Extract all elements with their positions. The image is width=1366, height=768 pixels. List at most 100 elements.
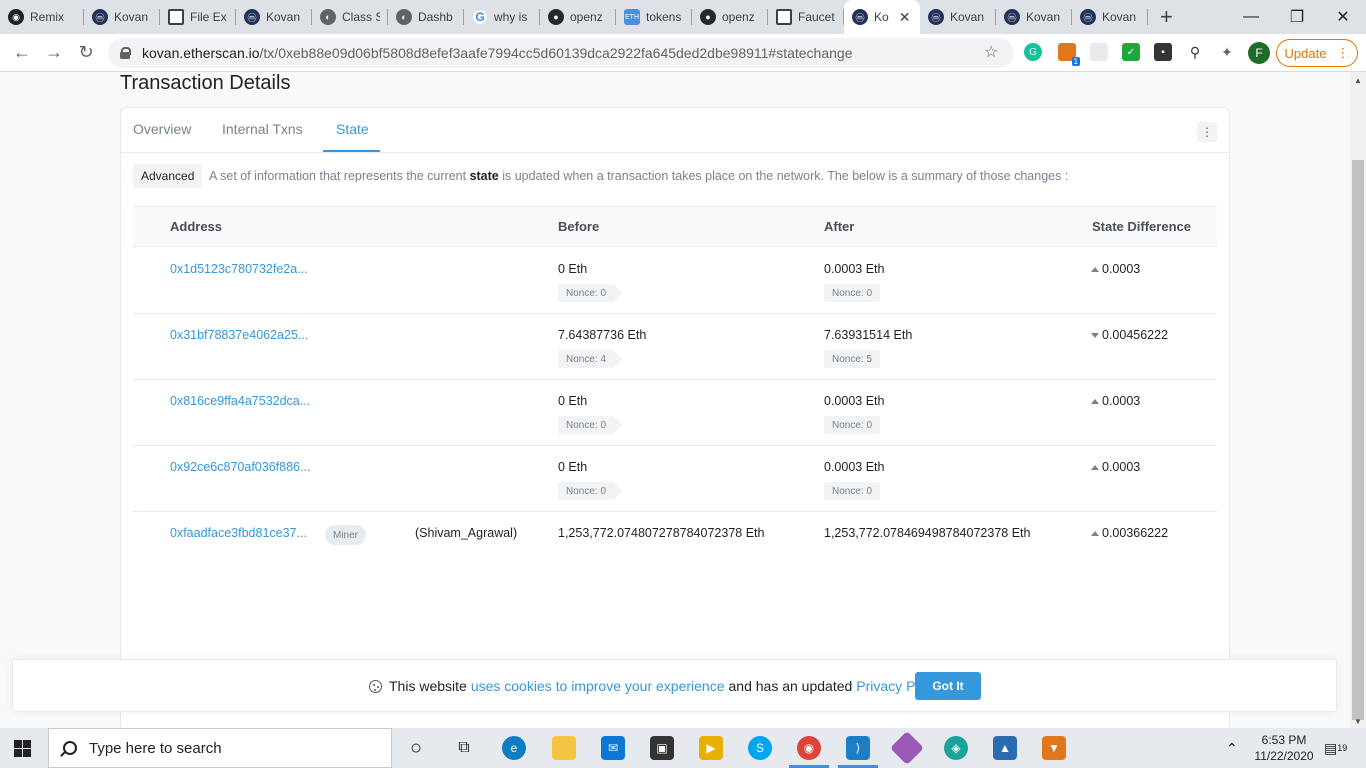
- lock-icon: [120, 47, 131, 59]
- notification-icon[interactable]: ▤ 19: [1324, 728, 1347, 768]
- bookmark-star-icon[interactable]: ☆: [984, 42, 998, 62]
- browser-tab-active[interactable]: ⓜ Ko ✕: [844, 0, 920, 34]
- etherscan-icon: ⓜ: [92, 9, 108, 25]
- grammarly-icon[interactable]: G: [1024, 43, 1042, 61]
- new-tab-plus-icon[interactable]: +: [1148, 4, 1185, 30]
- vscode-icon[interactable]: ⟩: [846, 736, 870, 760]
- more-options-icon[interactable]: ⋮: [1197, 122, 1217, 142]
- globe-icon: ◐: [320, 9, 336, 25]
- google-icon: G: [472, 9, 488, 25]
- mail-icon[interactable]: ✉: [601, 736, 625, 760]
- table-row: 0x31bf78837e4062a25... 7.64387736 Eth No…: [133, 314, 1217, 380]
- tab-internal-txns[interactable]: Internal Txns: [222, 121, 303, 137]
- system-clock[interactable]: 6:53 PM 11/22/2020: [1252, 732, 1316, 764]
- column-header: State Difference: [1092, 219, 1191, 234]
- tab-overview[interactable]: Overview: [133, 121, 191, 137]
- address-link[interactable]: 0x816ce9ffa4a7532dca...: [170, 394, 310, 408]
- media-player-icon[interactable]: ▶: [699, 736, 723, 760]
- browser-tab[interactable]: ⓜ Kovan: [84, 0, 160, 34]
- skype-icon[interactable]: S: [748, 736, 772, 760]
- store-icon[interactable]: ▣: [650, 736, 674, 760]
- app-icon[interactable]: ◈: [944, 736, 968, 760]
- browser-tab[interactable]: ◐ Dashb: [388, 0, 464, 34]
- address-link[interactable]: 0x92ce6c870af036f886...: [170, 460, 310, 474]
- scrollbar-thumb[interactable]: [1352, 160, 1364, 720]
- browser-tab[interactable]: ⓜ Kovan: [920, 0, 996, 34]
- browser-tab[interactable]: G why is: [464, 0, 540, 34]
- edge-icon[interactable]: e: [502, 736, 526, 760]
- file-icon: [168, 9, 184, 25]
- forward-arrow-icon[interactable]: →: [38, 37, 70, 69]
- extension-icon[interactable]: [1090, 43, 1108, 61]
- browser-tab[interactable]: Faucet: [768, 0, 844, 34]
- update-button[interactable]: Update ⋮: [1276, 39, 1358, 67]
- restore-icon[interactable]: ❐: [1274, 0, 1320, 34]
- github-icon: ●: [548, 9, 564, 25]
- column-header: After: [824, 219, 855, 234]
- reload-icon[interactable]: ↻: [70, 37, 102, 69]
- cookie-policy-link[interactable]: uses cookies to improve your experience: [471, 678, 725, 694]
- browser-tab[interactable]: ● openz: [692, 0, 768, 34]
- before-balance: 0 Eth: [558, 394, 588, 408]
- metamask-icon[interactable]: 1: [1058, 43, 1080, 66]
- git-icon[interactable]: [890, 731, 924, 765]
- before-balance: 1,253,772.074807278784072378 Eth: [558, 526, 765, 540]
- taskbar-search-box[interactable]: Type here to search: [48, 728, 392, 768]
- extension-icon[interactable]: ▪: [1154, 43, 1172, 61]
- scroll-up-icon[interactable]: ▲: [1354, 76, 1362, 85]
- before-nonce: Nonce: 4: [558, 350, 623, 368]
- browser-tab[interactable]: ⓜ Kovan: [996, 0, 1072, 34]
- chrome-icon[interactable]: ◉: [797, 736, 821, 760]
- caret-down-icon: [1091, 332, 1099, 338]
- task-view-icon[interactable]: ⧉: [452, 736, 476, 760]
- page-title: Transaction Details: [120, 72, 291, 94]
- file-explorer-icon[interactable]: [552, 736, 576, 760]
- metamask-taskbar-icon[interactable]: ▼: [1042, 736, 1066, 760]
- browser-tab[interactable]: ● openz: [540, 0, 616, 34]
- metamask-badge: 1: [1071, 57, 1080, 66]
- etherscan-icon: ⓜ: [928, 9, 944, 25]
- page-scrollbar[interactable]: ▲ ▼: [1350, 72, 1366, 728]
- windows-start-icon[interactable]: [14, 740, 31, 757]
- puzzle-extensions-icon[interactable]: ✦: [1218, 43, 1236, 61]
- browser-tab[interactable]: ETH tokens: [616, 0, 692, 34]
- state-difference: 0.00456222: [1091, 328, 1168, 342]
- cortana-icon[interactable]: ○: [404, 736, 428, 760]
- etherscan-icon: ⓜ: [244, 9, 260, 25]
- table-row: 0x92ce6c870af036f886... 0 Eth Nonce: 0 0…: [133, 446, 1217, 512]
- photos-icon[interactable]: ▲: [993, 736, 1017, 760]
- address-link[interactable]: 0x1d5123c780732fe2a...: [170, 262, 308, 276]
- checkmark-extension-icon[interactable]: ✓: [1122, 43, 1140, 61]
- window-close-icon[interactable]: ✕: [1320, 0, 1366, 34]
- scroll-down-icon[interactable]: ▼: [1354, 717, 1362, 726]
- before-balance: 0 Eth: [558, 262, 588, 276]
- table-row-miner: 0xfaadface3fbd81ce37... Miner (Shivam_Ag…: [133, 512, 1217, 578]
- cookie-icon: [369, 679, 382, 693]
- address-bar[interactable]: kovan.etherscan.io/tx/0xeb88e09d06bf5808…: [108, 38, 1014, 68]
- after-nonce: Nonce: 0: [824, 284, 881, 302]
- cookie-banner: This website uses cookies to improve you…: [12, 659, 1337, 712]
- browser-tab[interactable]: ◐ Class S: [312, 0, 388, 34]
- minimize-icon[interactable]: —: [1228, 0, 1274, 34]
- close-icon[interactable]: ✕: [899, 9, 911, 26]
- tab-state[interactable]: State: [336, 121, 369, 137]
- before-balance: 0 Eth: [558, 460, 588, 474]
- search-extension-icon[interactable]: ⚲: [1186, 43, 1204, 61]
- profile-avatar[interactable]: F: [1248, 42, 1270, 64]
- browser-tab[interactable]: File Ex: [160, 0, 236, 34]
- search-icon: [63, 741, 77, 755]
- advanced-button[interactable]: Advanced: [133, 164, 203, 188]
- browser-tab[interactable]: ⓜ Kovan: [1072, 0, 1148, 34]
- github-icon: ●: [700, 9, 716, 25]
- back-arrow-icon[interactable]: ←: [6, 37, 38, 69]
- address-link[interactable]: 0x31bf78837e4062a25...: [170, 328, 308, 342]
- globe-icon: ◐: [396, 9, 412, 25]
- address-link[interactable]: 0xfaadface3fbd81ce37...: [170, 526, 307, 540]
- miner-name: (Shivam_Agrawal): [415, 526, 518, 540]
- before-nonce: Nonce: 0: [558, 284, 623, 302]
- got-it-button[interactable]: Got It: [915, 672, 981, 700]
- browser-tab[interactable]: ◉ Remix: [0, 0, 84, 34]
- cookie-message: This website uses cookies to improve you…: [369, 678, 946, 694]
- browser-tab[interactable]: ⓜ Kovan: [236, 0, 312, 34]
- chevron-up-icon[interactable]: ⌃: [1226, 728, 1238, 768]
